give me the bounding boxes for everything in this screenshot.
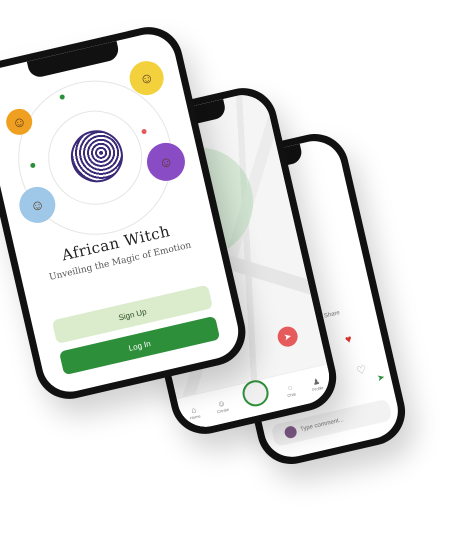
avatar [283, 424, 298, 440]
tab-home[interactable]: ⌂ Home [187, 405, 201, 420]
tab-chat[interactable]: ◌ Chat [285, 383, 297, 398]
tab-center[interactable] [240, 377, 272, 409]
phone-notch [26, 40, 121, 80]
tab-profile[interactable]: ♟ Profile [310, 376, 324, 393]
heart-filled-icon[interactable]: ♥ [344, 333, 353, 346]
tab-create[interactable]: ☺ Create [214, 398, 229, 414]
welcome-screen: ☺ ☺ ☺ ☺ African Witch Unveiling the Magi… [0, 28, 244, 398]
send-icon[interactable]: ➤ [376, 372, 386, 384]
heart-outline-icon[interactable]: ♡ [355, 363, 367, 378]
center-avatar [240, 377, 272, 409]
welcome-phone: ☺ ☺ ☺ ☺ African Witch Unveiling the Magi… [0, 20, 253, 406]
comment-input[interactable] [297, 407, 382, 435]
